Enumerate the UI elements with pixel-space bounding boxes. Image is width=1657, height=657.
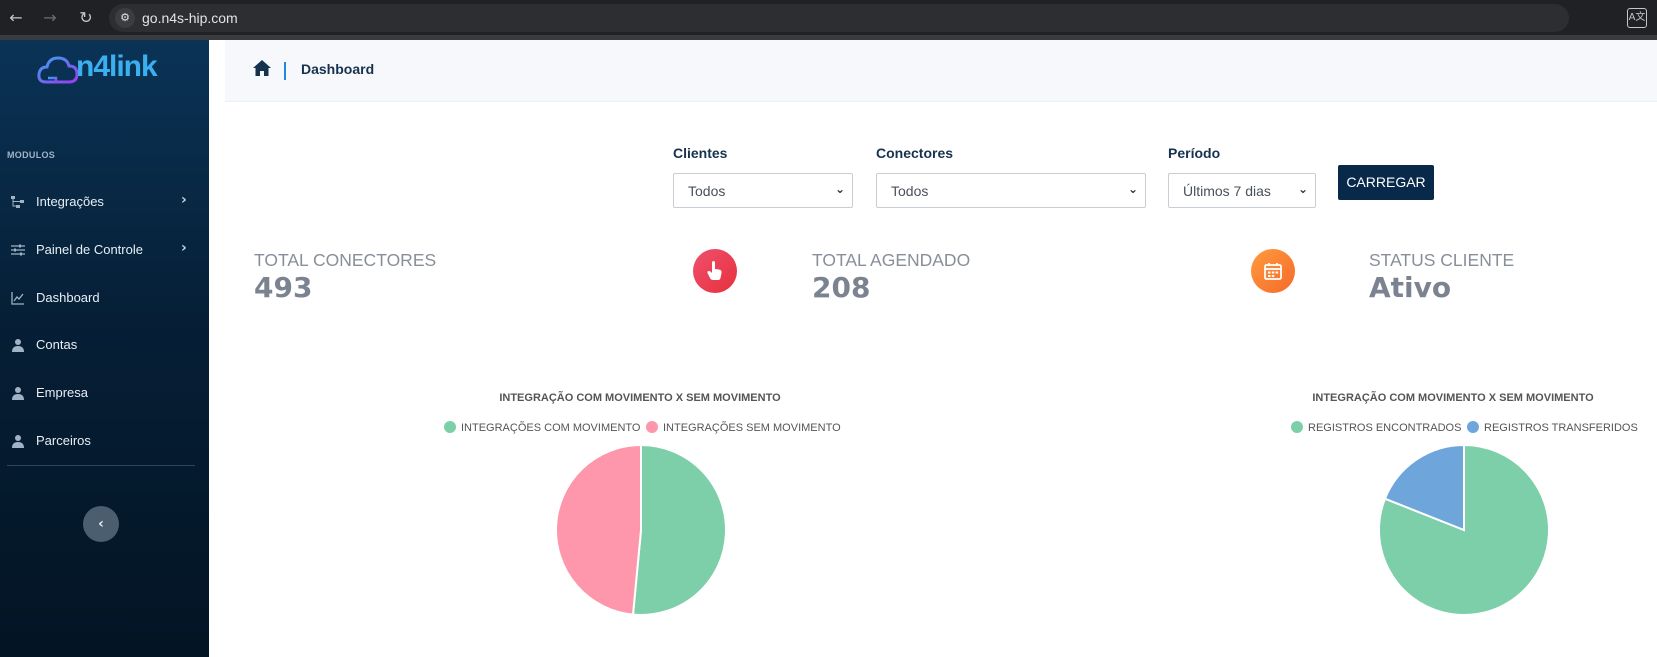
total-agendado-value: 208 bbox=[812, 271, 871, 304]
pie-slice-0[interactable] bbox=[631, 443, 727, 616]
chevron-down-icon: ⌄ bbox=[1297, 182, 1308, 196]
url-text[interactable]: go.n4s-hip.com bbox=[142, 10, 238, 26]
sidebar-item-parceiros[interactable]: Parceiros bbox=[0, 426, 209, 456]
legend-swatch bbox=[1291, 421, 1303, 433]
breadcrumb-current: Dashboard bbox=[301, 61, 375, 77]
legend-label: INTEGRAÇÕES COM MOVIMENTO bbox=[461, 422, 641, 434]
pie-plot bbox=[555, 443, 727, 616]
periodo-value: Últimos 7 dias bbox=[1183, 183, 1271, 199]
sidebar-item-label: Parceiros bbox=[36, 433, 91, 448]
forward-arrow-icon[interactable]: → bbox=[40, 8, 60, 28]
sidebar-item-label: Empresa bbox=[36, 385, 89, 400]
sidebar-divider bbox=[7, 465, 195, 466]
sidebar: n4link MODULOS Integrações › Painel de C… bbox=[0, 40, 209, 657]
sidebar-item-label: Dashboard bbox=[36, 290, 100, 305]
pie-chart-registros: INTEGRAÇÃO COM MOVIMENTO X SEM MOVIMENTO… bbox=[1253, 385, 1653, 655]
sidebar-item-empresa[interactable]: Empresa bbox=[0, 378, 209, 408]
chart-title: INTEGRAÇÃO COM MOVIMENTO X SEM MOVIMENTO bbox=[1312, 392, 1594, 404]
total-agendado-title: TOTAL AGENDADO bbox=[812, 250, 971, 270]
reload-icon[interactable]: ↻ bbox=[76, 8, 96, 28]
legend-swatch bbox=[444, 421, 456, 433]
sidebar-item-label: Painel de Controle bbox=[36, 242, 143, 257]
status-cliente-title: STATUS CLIENTE bbox=[1369, 250, 1515, 270]
periodo-label: Período bbox=[1168, 145, 1221, 161]
section-label: MODULOS bbox=[7, 150, 56, 160]
chevron-right-icon: › bbox=[181, 240, 187, 256]
user-icon bbox=[11, 386, 25, 400]
legend-label: INTEGRAÇÕES SEM MOVIMENTO bbox=[663, 422, 841, 434]
legend-label: REGISTROS ENCONTRADOS bbox=[1308, 422, 1462, 434]
legend-item[interactable]: REGISTROS ENCONTRADOS bbox=[1291, 421, 1461, 434]
periodo-select[interactable]: Últimos 7 dias ⌄ bbox=[1168, 173, 1316, 208]
breadcrumb: Dashboard bbox=[225, 40, 1657, 102]
legend-label: REGISTROS TRANSFERIDOS bbox=[1484, 422, 1638, 434]
breadcrumb-separator bbox=[284, 62, 286, 80]
address-bar[interactable]: ⚙ go.n4s-hip.com bbox=[109, 4, 1569, 32]
chevron-right-icon: › bbox=[181, 192, 187, 208]
home-icon[interactable] bbox=[252, 59, 272, 79]
sidebar-item-painel-de-controle[interactable]: Painel de Controle › bbox=[0, 235, 209, 265]
back-arrow-icon[interactable]: ← bbox=[6, 8, 26, 28]
sidebar-item-dashboard[interactable]: Dashboard bbox=[0, 283, 209, 313]
clientes-label: Clientes bbox=[673, 145, 728, 161]
legend-swatch bbox=[1467, 421, 1479, 433]
clientes-value: Todos bbox=[688, 183, 726, 199]
conectores-label: Conectores bbox=[876, 145, 954, 161]
n4link-logo[interactable]: n4link bbox=[36, 48, 166, 92]
legend-item[interactable]: REGISTROS TRANSFERIDOS bbox=[1467, 421, 1638, 434]
total-conectores-value: 493 bbox=[254, 271, 313, 304]
legend-item[interactable]: INTEGRAÇÕES COM MOVIMENTO bbox=[444, 421, 640, 434]
sidebar-item-label: Integrações bbox=[36, 194, 104, 209]
cloud-logo-icon bbox=[37, 56, 79, 84]
legend-item[interactable]: INTEGRAÇÕES SEM MOVIMENTO bbox=[646, 421, 841, 434]
carregar-button[interactable]: CARREGAR bbox=[1338, 165, 1434, 200]
translate-icon[interactable]: A文 bbox=[1627, 8, 1647, 28]
pointer-hand-icon bbox=[693, 249, 737, 293]
collapse-sidebar-button[interactable]: ‹ bbox=[83, 506, 119, 542]
sliders-icon bbox=[11, 243, 25, 257]
conectores-select[interactable]: Todos ⌄ bbox=[876, 173, 1146, 208]
pie-plot bbox=[1378, 443, 1550, 616]
user-icon bbox=[11, 434, 25, 448]
chevron-down-icon: ⌄ bbox=[1127, 182, 1138, 196]
total-conectores-title: TOTAL CONECTORES bbox=[254, 250, 437, 270]
pie-slice-1[interactable] bbox=[555, 443, 642, 616]
status-cliente-value: Ativo bbox=[1369, 271, 1452, 304]
chart-line-icon bbox=[11, 291, 25, 305]
chart-title: INTEGRAÇÃO COM MOVIMENTO X SEM MOVIMENTO bbox=[499, 392, 781, 404]
conectores-value: Todos bbox=[891, 183, 929, 199]
user-icon bbox=[11, 338, 25, 352]
clientes-select[interactable]: Todos ⌄ bbox=[673, 173, 853, 208]
chevron-down-icon: ⌄ bbox=[834, 182, 845, 196]
sidebar-item-integracoes[interactable]: Integrações › bbox=[0, 187, 209, 217]
pie-chart-integracoes: INTEGRAÇÃO COM MOVIMENTO X SEM MOVIMENTO… bbox=[430, 385, 850, 655]
site-settings-icon[interactable]: ⚙ bbox=[115, 8, 135, 28]
sidebar-item-label: Contas bbox=[36, 337, 78, 352]
logo-text: n4link bbox=[76, 50, 158, 83]
sidebar-item-contas[interactable]: Contas bbox=[0, 330, 209, 360]
browser-toolbar: ← → ↻ ⚙ go.n4s-hip.com A文 bbox=[0, 0, 1657, 35]
calendar-icon bbox=[1251, 249, 1295, 293]
legend-swatch bbox=[646, 421, 658, 433]
sitemap-icon bbox=[11, 195, 25, 209]
